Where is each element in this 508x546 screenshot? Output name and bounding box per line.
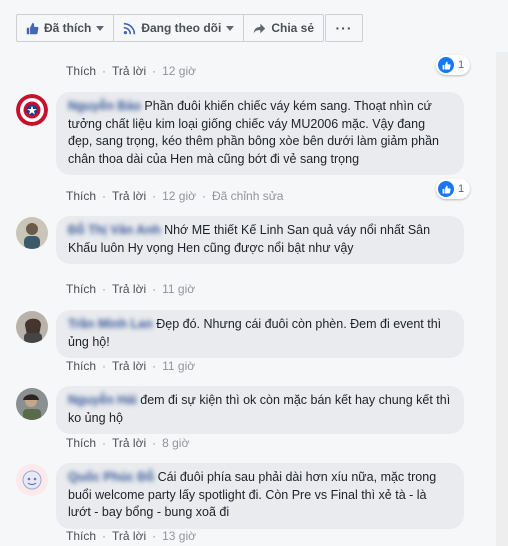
avatar[interactable] (16, 464, 48, 496)
timestamp: 8 giờ (162, 436, 190, 450)
timestamp: 13 giờ (162, 529, 196, 543)
like-link[interactable]: Thích (66, 359, 96, 373)
share-arrow-icon (253, 22, 266, 35)
share-label: Chia sẻ (271, 21, 315, 35)
comment-meta: Thích · Trả lời · 12 giờ (66, 64, 196, 78)
more-options-button[interactable]: ··· (325, 14, 363, 42)
timestamp: 12 giờ (162, 64, 196, 78)
post-action-bar: Đã thích Đang theo dõi Chia sẻ ··· (0, 0, 508, 53)
like-link[interactable]: Thích (66, 189, 96, 203)
comment-meta: Thích · Trả lời · 11 giờ (66, 282, 196, 296)
comment-bubble: Nguyễn Hải đem đi sự kiện thì ok còn mặc… (56, 386, 464, 434)
like-link[interactable]: Thích (66, 282, 96, 296)
share-button[interactable]: Chia sẻ (244, 15, 323, 41)
following-button[interactable]: Đang theo dõi (114, 15, 245, 41)
comment-author[interactable]: Nguyễn Bảo (68, 99, 141, 113)
reply-link[interactable]: Trả lời (112, 529, 146, 543)
chevron-down-icon (96, 25, 105, 31)
comment-author[interactable]: Trần Minh Lan (68, 317, 153, 331)
like-reaction-icon (438, 57, 454, 73)
reaction-count[interactable]: 1 (436, 179, 471, 199)
avatar[interactable] (16, 94, 48, 126)
comment-bubble: Quốc Phúc Đỗ Cái đuôi phía sau phải dài … (56, 463, 464, 529)
scrollbar[interactable] (496, 52, 508, 546)
reply-link[interactable]: Trả lời (112, 64, 146, 78)
rss-icon (123, 22, 136, 35)
reply-link[interactable]: Trả lời (112, 359, 146, 373)
chevron-down-icon (226, 25, 235, 31)
timestamp: 11 giờ (162, 282, 196, 296)
liked-label: Đã thích (44, 21, 92, 35)
liked-button[interactable]: Đã thích (17, 15, 115, 41)
reply-link[interactable]: Trả lời (112, 282, 146, 296)
comment-author[interactable]: Nguyễn Hải (68, 393, 137, 407)
comment-meta: Thích · Trả lời · 8 giờ (66, 436, 190, 450)
like-link[interactable]: Thích (66, 529, 96, 543)
reply-link[interactable]: Trả lời (112, 436, 146, 450)
avatar[interactable] (16, 217, 48, 249)
comment-bubble: Trần Minh Lan Đẹp đó. Nhưng cái đuôi còn… (56, 310, 464, 358)
reaction-count[interactable]: 1 (436, 55, 471, 75)
comment-meta: Thích · Trả lời · 11 giờ (66, 359, 196, 373)
avatar[interactable] (16, 388, 48, 420)
like-link[interactable]: Thích (66, 436, 96, 450)
timestamp: 11 giờ (162, 359, 196, 373)
edited-label[interactable]: Đã chỉnh sửa (212, 189, 283, 203)
like-link[interactable]: Thích (66, 64, 96, 78)
thumbs-up-icon (26, 22, 39, 35)
like-reaction-icon (438, 181, 454, 197)
following-label: Đang theo dõi (141, 21, 222, 35)
comment-author[interactable]: Đỗ Thị Vân Anh (68, 223, 161, 237)
avatar[interactable] (16, 311, 48, 343)
comment-meta: Thích · Trả lời · 12 giờ · Đã chỉnh sửa (66, 189, 284, 203)
reply-link[interactable]: Trả lời (112, 189, 146, 203)
timestamp: 12 giờ (162, 189, 196, 203)
comment-author[interactable]: Quốc Phúc Đỗ (68, 470, 154, 484)
post-action-buttons: Đã thích Đang theo dõi Chia sẻ (16, 14, 325, 42)
comment-bubble: Đỗ Thị Vân Anh Nhớ ME thiết Kế Linh San … (56, 216, 464, 264)
comment-meta: Thích · Trả lời · 13 giờ (66, 529, 196, 543)
comment-bubble: Nguyễn Bảo Phần đuôi khiến chiếc váy kém… (56, 92, 464, 175)
